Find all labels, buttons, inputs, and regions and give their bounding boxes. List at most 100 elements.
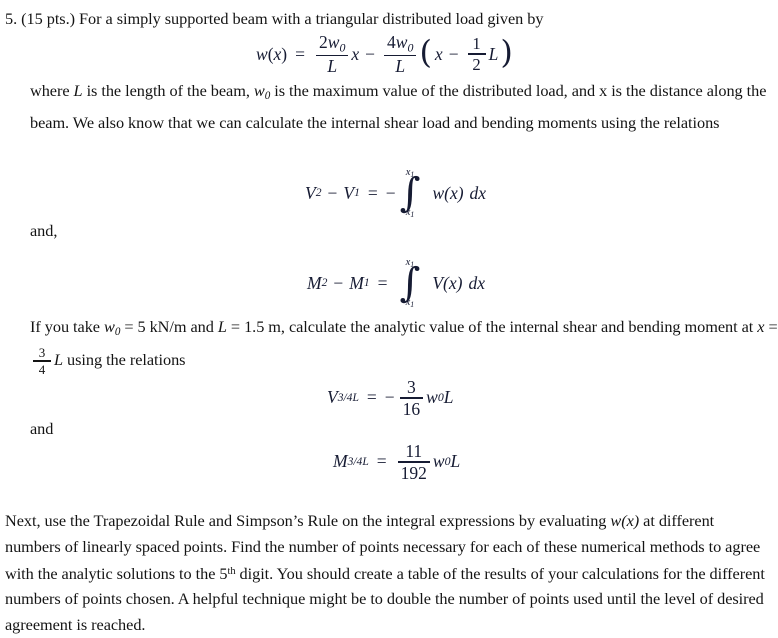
eq1-inner-x: x [434, 43, 443, 64]
eq2-negative-sign: − [385, 182, 396, 203]
eq1-half-numerator: 1 [472, 34, 481, 54]
equation-shear-integral: V2 − V1 = − x1 ∫ x1 w(x) dx [305, 167, 487, 219]
eq2-V1-subscript: 1 [354, 187, 360, 200]
equation-shear-value: V 3/4L = − 3 16 w0L [327, 378, 454, 418]
eq4-fraction: 3 16 [399, 377, 424, 419]
and-comma-text: and, [30, 221, 58, 240]
ifyou-part4: = [764, 317, 778, 336]
and-comma-line: and, [5, 218, 57, 244]
eq4-V-symbol: V [327, 387, 338, 408]
eq1-frac1-numerator: 2w0 [316, 33, 348, 55]
eq1-x-multiplier: x [351, 43, 360, 64]
eq3-differential: dx [468, 272, 485, 293]
eq1-half-fraction: 1 2 [467, 34, 486, 74]
eq3-M1-subscript: 1 [363, 277, 370, 290]
eq1-half-denominator: 2 [472, 54, 481, 74]
where-var-w: w [253, 81, 265, 100]
equation-moment-integral: M2 − M1 = x1 ∫ x1 V(x) dx [307, 257, 485, 309]
eq1-inner-minus: − [448, 43, 459, 64]
ifyou-part3: = 1.5 m, calculate the analytic value of… [226, 317, 758, 336]
where-part1: where [30, 81, 74, 100]
and-text: and [30, 419, 54, 438]
eq4-w: w [426, 387, 438, 408]
ifyou-var-L: L [217, 317, 227, 336]
ifyou-frac-numerator: 3 [38, 344, 46, 360]
problem-number: 5. [5, 9, 18, 28]
ifyou-three-quarters-fraction: 34 [33, 346, 51, 377]
eq1-w: w [256, 43, 268, 64]
and-line: and [5, 416, 53, 442]
eq4-V-subscript: 3/4L [337, 391, 359, 404]
eq2-minus: − [327, 182, 338, 203]
ifyou-part2: = 5 kN/m and [120, 317, 218, 336]
eq4-equals: = [366, 387, 377, 408]
eq2-integrand: w(x) [432, 182, 464, 203]
ifyou-part5-L: L [54, 349, 64, 369]
eq3-lower-limit-sub: 1 [410, 299, 415, 309]
problem-intro-text: For a simply supported beam with a trian… [79, 9, 544, 28]
eq4-frac-numerator: 3 [407, 377, 416, 397]
problem-points: (15 pts.) [21, 9, 75, 28]
eq1-group-open-paren: ( [419, 33, 432, 72]
eq3-M2: M [307, 272, 322, 293]
eq2-integral: x1 ∫ x1 [399, 167, 421, 219]
where-var-L: L [73, 81, 83, 100]
where-paragraph: where L is the length of the beam, w0 is… [5, 78, 772, 135]
eq5-frac-numerator: 11 [405, 441, 423, 461]
eq3-lower-limit: x1 [406, 297, 415, 309]
eq1-frac2-numerator: 4w0 [384, 33, 416, 55]
eq1-equals: = [295, 43, 305, 64]
integral-sign-icon: ∫ [399, 259, 421, 306]
eq5-frac-denominator: 192 [400, 462, 427, 483]
eq1-group-close-paren: ) [500, 33, 513, 72]
eq2-V2-subscript: 2 [315, 187, 322, 200]
eq1-frac1-w-subscript: 0 [339, 40, 346, 55]
eq1-frac1-denominator: L [327, 56, 338, 77]
eq5-fraction: 11 192 [397, 441, 430, 483]
eq5-w: w [432, 451, 445, 472]
eq4-negative-sign: − [384, 387, 395, 408]
if-you-take-paragraph: If you take w0 = 5 kN/m and L = 1.5 m, c… [5, 314, 778, 376]
eq4-frac-denominator: 16 [402, 398, 421, 419]
eq5-M-subscript: 3/4L [347, 455, 369, 468]
eq2-lower-limit-sub: 1 [410, 209, 415, 219]
final-part1: Next, use the Trapezoidal Rule and Simps… [5, 511, 611, 530]
final-instructions-paragraph: Next, use the Trapezoidal Rule and Simps… [5, 508, 765, 637]
eq3-minus: − [333, 272, 344, 293]
eq1-minus: − [365, 43, 376, 64]
eq1-first-fraction: 2w0 L [316, 33, 349, 77]
where-part2: is the length of the beam, [82, 81, 254, 100]
final-ordinal-suffix: th [227, 566, 236, 577]
eq3-equals: = [377, 272, 388, 293]
eq2-equals: = [367, 182, 378, 203]
eq1-inner-L: L [488, 43, 499, 64]
eq5-M-symbol: M [333, 451, 348, 472]
eq5-equals: = [376, 451, 387, 472]
document-page: 5. (15 pts.) For a simply supported beam… [0, 0, 778, 638]
eq1-frac2-w-subscript: 0 [407, 40, 414, 55]
eq3-M1: M [349, 272, 364, 293]
eq3-M2-subscript: 2 [321, 277, 328, 290]
eq2-V2: V [305, 182, 316, 203]
ifyou-w0: w [104, 317, 115, 336]
eq2-differential: dx [469, 182, 487, 203]
eq2-lower-limit: x1 [406, 207, 415, 219]
ifyou-part6: using the relations [63, 349, 186, 369]
final-wx: w(x) [610, 511, 640, 530]
eq1-close-paren: ) [281, 43, 288, 64]
problem-intro-paragraph: 5. (15 pts.) For a simply supported beam… [5, 6, 778, 32]
eq1-frac2-w: w [395, 32, 408, 52]
ifyou-frac-denominator: 4 [38, 361, 46, 377]
eq1-frac2-coeff: 4 [387, 32, 396, 52]
eq1-second-fraction: 4w0 L [384, 33, 417, 75]
eq4-L: L [443, 387, 454, 408]
eq5-L: L [450, 451, 461, 472]
equation-load-function: w ( x ) = 2w0 L x − 4w0 L ( x − 1 2 L ) [256, 33, 513, 75]
eq3-integrand: V(x) [432, 272, 463, 293]
eq1-frac1-coeff: 2 [319, 32, 328, 52]
eq3-integral: x1 ∫ x1 [399, 257, 421, 309]
integral-sign-icon: ∫ [399, 169, 421, 216]
eq1-frac1-w: w [327, 32, 340, 52]
eq2-V1: V [343, 182, 355, 203]
equation-moment-value: M 3/4L = 11 192 w0L [333, 442, 460, 482]
